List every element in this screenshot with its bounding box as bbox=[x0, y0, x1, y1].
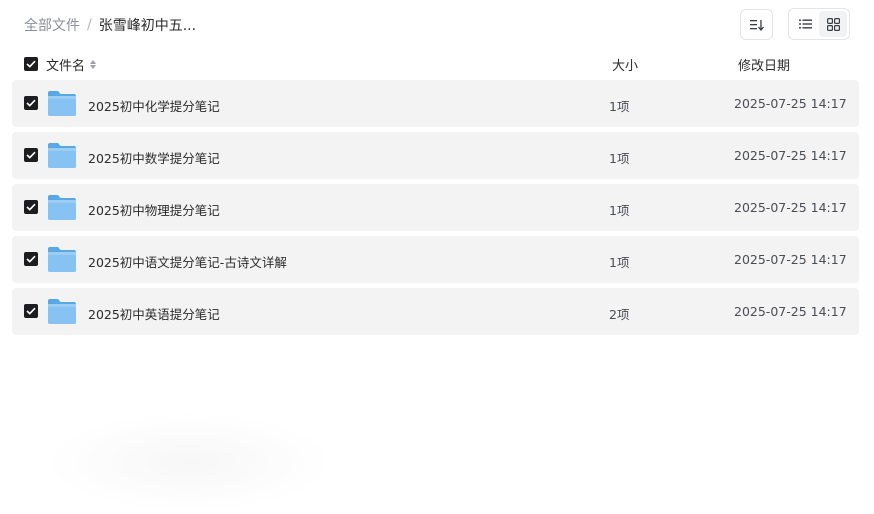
checkmark-icon bbox=[26, 307, 36, 315]
breadcrumb-current: 张雪峰初中五... bbox=[98, 18, 197, 34]
folder-icon bbox=[47, 142, 77, 169]
file-size: 1项 bbox=[609, 255, 630, 270]
file-name[interactable]: 2025初中语文提分笔记-古诗文详解 bbox=[88, 252, 287, 271]
file-date: 2025-07-25 14:17 bbox=[734, 252, 847, 267]
table-row[interactable]: 2025初中语文提分笔记-古诗文详解 1项 2025-07-25 14:17 bbox=[12, 236, 859, 283]
checkmark-icon bbox=[26, 99, 36, 107]
column-header-name[interactable]: 文件名 bbox=[46, 55, 97, 74]
breadcrumb-root-link[interactable]: 全部文件 bbox=[24, 15, 80, 35]
checkmark-icon bbox=[26, 60, 36, 68]
top-bar: 全部文件 / 张雪峰初中五... bbox=[0, 0, 874, 48]
folder-icon bbox=[47, 194, 77, 221]
table-row[interactable]: 2025初中英语提分笔记 2项 2025-07-25 14:17 bbox=[12, 288, 859, 335]
background-fade bbox=[45, 412, 335, 512]
file-size: 1项 bbox=[609, 99, 630, 114]
folder-icon bbox=[47, 298, 77, 325]
grid-view-button[interactable] bbox=[819, 11, 847, 37]
column-header-size: 大小 bbox=[612, 59, 639, 74]
file-name[interactable]: 2025初中数学提分笔记 bbox=[88, 148, 220, 167]
select-all-checkbox[interactable] bbox=[24, 57, 38, 71]
grid-view-icon bbox=[826, 17, 840, 31]
table-row[interactable]: 2025初中物理提分笔记 1项 2025-07-25 14:17 bbox=[12, 184, 859, 231]
file-date: 2025-07-25 14:17 bbox=[734, 200, 847, 215]
checkmark-icon bbox=[26, 255, 36, 263]
list-view-icon bbox=[798, 19, 812, 29]
file-size: 1项 bbox=[609, 151, 630, 166]
list-view-button[interactable] bbox=[791, 11, 819, 37]
row-checkbox[interactable] bbox=[24, 252, 38, 266]
column-name-label: 文件名 bbox=[46, 59, 86, 74]
folder-icon bbox=[47, 90, 77, 117]
table-row[interactable]: 2025初中化学提分笔记 1项 2025-07-25 14:17 bbox=[12, 80, 859, 127]
table-row[interactable]: 2025初中数学提分笔记 1项 2025-07-25 14:17 bbox=[12, 132, 859, 179]
column-header-date: 修改日期 bbox=[738, 59, 791, 74]
file-size: 2项 bbox=[609, 307, 630, 322]
folder-icon bbox=[47, 246, 77, 273]
file-name[interactable]: 2025初中物理提分笔记 bbox=[88, 200, 220, 219]
file-name[interactable]: 2025初中英语提分笔记 bbox=[88, 304, 220, 323]
table-header: 文件名 大小 修改日期 bbox=[12, 52, 859, 76]
sort-icon bbox=[749, 19, 764, 31]
breadcrumb-separator: / bbox=[87, 17, 92, 33]
sort-button[interactable] bbox=[740, 9, 773, 40]
file-date: 2025-07-25 14:17 bbox=[734, 304, 847, 319]
row-checkbox[interactable] bbox=[24, 304, 38, 318]
breadcrumb: 全部文件 / 张雪峰初中五... bbox=[24, 15, 196, 35]
row-checkbox[interactable] bbox=[24, 200, 38, 214]
row-checkbox[interactable] bbox=[24, 96, 38, 110]
checkmark-icon bbox=[26, 151, 36, 159]
sort-arrows-icon bbox=[90, 60, 97, 69]
file-date: 2025-07-25 14:17 bbox=[734, 148, 847, 163]
row-checkbox[interactable] bbox=[24, 148, 38, 162]
view-toggle bbox=[788, 8, 850, 40]
file-name[interactable]: 2025初中化学提分笔记 bbox=[88, 96, 220, 115]
file-date: 2025-07-25 14:17 bbox=[734, 96, 847, 111]
checkmark-icon bbox=[26, 203, 36, 211]
file-size: 1项 bbox=[609, 203, 630, 218]
